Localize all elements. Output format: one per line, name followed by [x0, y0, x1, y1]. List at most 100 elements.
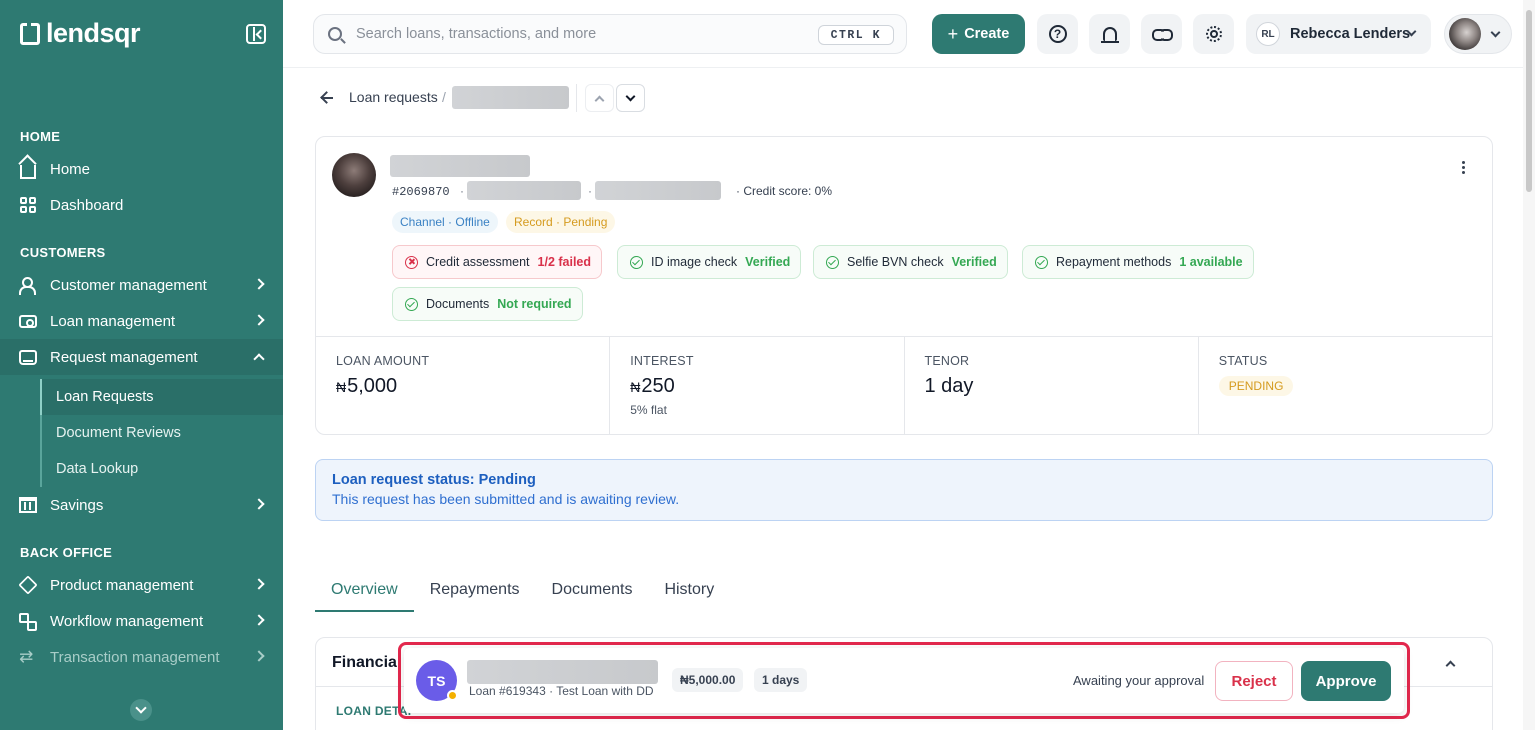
sidebar-item-home[interactable]: Home — [0, 151, 283, 187]
check-value: Not required — [497, 297, 572, 311]
organization-switcher[interactable]: RL Rebecca Lenders — [1246, 14, 1431, 54]
chevron-right-icon — [253, 650, 265, 662]
stat-label: TENOR — [924, 354, 970, 368]
notifications-button[interactable] — [1089, 14, 1130, 54]
users-icon — [19, 277, 37, 295]
sidebar-item-label: Customer management — [50, 276, 207, 294]
help-button[interactable]: ? — [1037, 14, 1078, 54]
stat-status: STATUS PENDING — [1199, 337, 1492, 435]
settings-button[interactable] — [1193, 14, 1234, 54]
stat-label: INTEREST — [630, 354, 694, 368]
detail-tabs: Overview Repayments Documents History — [315, 570, 730, 612]
stat-value: ₦250 — [630, 375, 883, 398]
inbox-icon — [19, 349, 37, 365]
tab-history[interactable]: History — [648, 570, 730, 612]
currency-symbol: ₦ — [630, 379, 641, 395]
tab-documents[interactable]: Documents — [536, 570, 649, 612]
bank-icon — [19, 497, 37, 513]
chevron-up-icon — [594, 95, 605, 105]
loan-request-card: #2069870 · · · Credit score: 0% Channel … — [315, 136, 1493, 435]
scroll-down-icon[interactable] — [130, 699, 152, 721]
search-input[interactable] — [356, 26, 796, 42]
loan-info: Loan #619343 · Test Loan with DD — [469, 684, 654, 698]
check-circle-icon — [826, 255, 839, 269]
error-circle-icon — [405, 255, 418, 269]
check-value: Verified — [745, 255, 791, 269]
alert-text: This request has been submitted and is a… — [332, 491, 680, 507]
credit-score: · Credit score: 0% — [736, 184, 833, 198]
brand-logo[interactable]: lendsqr — [20, 18, 141, 49]
page-scrollbar[interactable] — [1523, 0, 1535, 730]
top-bar: CTRL K + Create ? RL Rebecca Lenders — [283, 0, 1523, 68]
link-button[interactable] — [1141, 14, 1182, 54]
previous-record-button[interactable] — [585, 84, 614, 112]
sidebar-item-label: Product management — [50, 576, 194, 594]
more-options-icon[interactable] — [1462, 161, 1466, 175]
plus-icon: + — [947, 24, 959, 44]
alert-title: Loan request status: Pending — [332, 472, 536, 488]
chevron-right-icon — [253, 314, 265, 326]
stat-value: ₦5,000 — [336, 375, 589, 398]
interest-rate: 5% flat — [630, 403, 667, 417]
chevron-down-icon — [1490, 27, 1501, 38]
sidebar-item-label: Home — [50, 160, 91, 178]
check-label: Selfie BVN check — [847, 255, 944, 269]
back-arrow-icon[interactable] — [320, 90, 336, 106]
approve-button[interactable]: Approve — [1301, 661, 1391, 701]
section-label-customers: CUSTOMERS — [20, 245, 106, 260]
sidebar-item-label: Transaction management — [50, 648, 220, 666]
sidebar-item-product-management[interactable]: Product management — [0, 567, 283, 603]
reject-button[interactable]: Reject — [1215, 661, 1293, 701]
sidebar-item-loan-management[interactable]: Loan management — [0, 303, 283, 339]
sidebar-item-dashboard[interactable]: Dashboard — [0, 187, 283, 223]
user-menu[interactable] — [1444, 14, 1512, 54]
collapse-sidebar-icon[interactable] — [246, 24, 266, 44]
sidebar-subitem-document-reviews[interactable]: Document Reviews — [40, 415, 283, 451]
sidebar-item-request-management[interactable]: Request management — [0, 339, 283, 375]
redacted-phone — [595, 181, 721, 200]
loan-stats: LOAN AMOUNT ₦5,000 INTEREST ₦250 5% flat… — [316, 336, 1492, 435]
status-alert: Loan request status: Pending This reques… — [315, 459, 1493, 521]
create-button[interactable]: + Create — [932, 14, 1025, 54]
check-selfie-bvn[interactable]: Selfie BVN check Verified — [813, 245, 1008, 279]
loan-amount-value: 5,000 — [347, 375, 398, 397]
money-icon — [19, 314, 37, 328]
stat-interest: INTEREST ₦250 5% flat — [610, 337, 905, 435]
sidebar-item-customer-management[interactable]: Customer management — [0, 267, 283, 303]
search-box[interactable]: CTRL K — [313, 14, 907, 54]
next-record-button[interactable] — [616, 84, 645, 112]
sidebar-subitem-data-lookup[interactable]: Data Lookup — [40, 451, 283, 487]
record-status-tag: Record · Pending — [506, 211, 616, 233]
scrollbar-thumb[interactable] — [1526, 10, 1532, 192]
sidebar-item-savings[interactable]: Savings — [0, 487, 283, 523]
chevron-down-icon — [625, 91, 636, 102]
breadcrumb-loan-requests[interactable]: Loan requests — [349, 89, 438, 105]
meta-separator: · — [588, 184, 592, 198]
check-label: Credit assessment — [426, 255, 530, 269]
sidebar-item-label: Dashboard — [50, 196, 124, 214]
sidebar-item-transaction-management[interactable]: ⇄ Transaction management — [0, 639, 283, 675]
check-id-image[interactable]: ID image check Verified — [617, 245, 802, 279]
check-documents[interactable]: Documents Not required — [392, 287, 583, 321]
chevron-right-icon — [253, 278, 265, 290]
tab-repayments[interactable]: Repayments — [414, 570, 536, 612]
check-repayment-methods[interactable]: Repayment methods 1 available — [1022, 245, 1254, 279]
chevron-up-icon[interactable] — [1445, 660, 1456, 671]
check-circle-icon — [1035, 255, 1048, 269]
gear-icon — [1205, 26, 1222, 42]
sidebar-item-workflow-management[interactable]: Workflow management — [0, 603, 283, 639]
lendsqr-logo-icon — [20, 22, 40, 45]
meta-separator: · — [460, 184, 464, 198]
sidebar-subitem-loan-requests[interactable]: Loan Requests — [40, 379, 283, 415]
check-credit-assessment[interactable]: Credit assessment 1/2 failed — [392, 245, 603, 279]
redacted-email — [467, 181, 581, 200]
workflow-icon — [19, 613, 37, 631]
check-value: 1 available — [1179, 255, 1243, 269]
breadcrumb-separator: / — [442, 89, 446, 105]
currency-symbol: ₦ — [336, 379, 347, 395]
sidebar: lendsqr HOME Home Dashboard CUSTOMERS Cu… — [0, 0, 283, 730]
swap-icon: ⇄ — [19, 647, 34, 666]
awaiting-approval-text: Awaiting your approval — [1073, 673, 1205, 688]
tab-overview[interactable]: Overview — [315, 570, 414, 612]
sidebar-item-label: Loan management — [50, 312, 176, 330]
